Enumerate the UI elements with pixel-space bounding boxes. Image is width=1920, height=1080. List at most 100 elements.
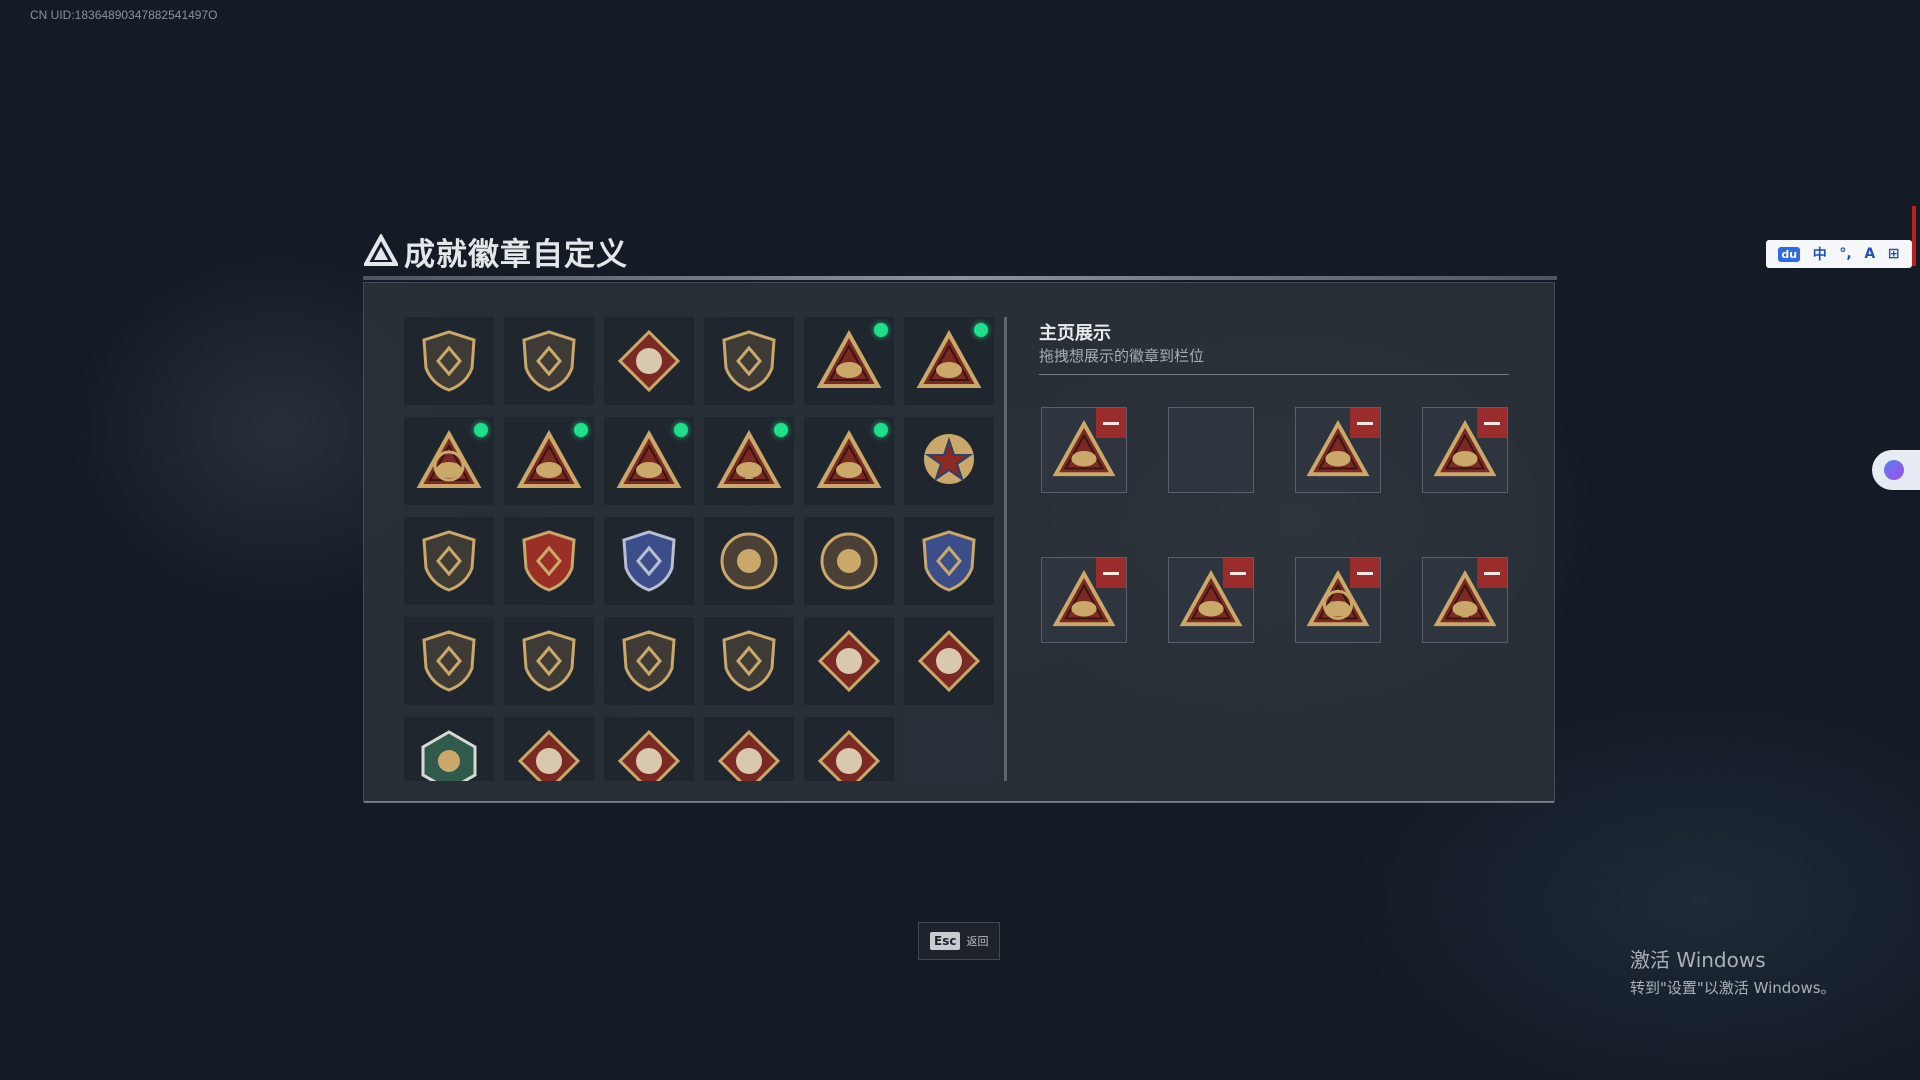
badge-cell[interactable]	[504, 417, 594, 505]
showcase-slots: ERI 1	[1041, 407, 1511, 643]
badge-cell[interactable]	[604, 717, 694, 781]
remove-badge-button[interactable]	[1350, 558, 1380, 588]
ime-lang-toggle[interactable]: 中	[1813, 244, 1827, 264]
skull-round-badge-icon	[720, 532, 778, 590]
badge-cell[interactable]	[804, 717, 894, 781]
no-rifle-shield-badge-icon	[522, 630, 576, 692]
showcase-slot[interactable]	[1422, 407, 1508, 493]
badge-cell[interactable]	[904, 617, 994, 705]
new-indicator-dot	[774, 423, 788, 437]
minus-icon	[1103, 571, 1119, 575]
uid-label: CN UID:18364890347882541497O	[30, 8, 218, 22]
page-title: 成就徽章自定义	[404, 236, 628, 273]
badge-cell[interactable]	[404, 617, 494, 705]
badge-cell[interactable]	[904, 417, 994, 505]
badge-customization-panel: ERI 1 主页展示 拖拽想展示的徽章到栏位 ERI 1	[363, 282, 1555, 803]
badge-cell[interactable]	[704, 317, 794, 405]
badge-cell[interactable]	[504, 717, 594, 781]
dragon-red-diamond-badge-icon	[517, 729, 581, 781]
red-gold-shield-badge-icon	[522, 530, 576, 592]
dragon-red-diamond-badge-icon	[617, 729, 681, 781]
badge-cell[interactable]	[804, 317, 894, 405]
collection-scrollbar[interactable]	[1004, 317, 1007, 781]
wolf-diamond-badge-icon	[817, 629, 881, 693]
number-one-triangle-badge-icon: 1	[716, 429, 782, 488]
remove-badge-button[interactable]	[1223, 558, 1253, 588]
showcase-divider	[1039, 374, 1509, 375]
gear-round-badge-icon	[820, 532, 878, 590]
ime-punct-toggle[interactable]: °,	[1839, 246, 1851, 262]
minus-icon	[1484, 421, 1500, 425]
badge-cell[interactable]: ERI	[404, 417, 494, 505]
badge-cell[interactable]	[804, 617, 894, 705]
badge-cell[interactable]	[704, 617, 794, 705]
diamond-shield-badge-icon	[617, 329, 681, 393]
back-button[interactable]: Esc 返回	[918, 922, 1000, 960]
activation-title: 激活 Windows	[1630, 948, 1766, 972]
showcase-title: 主页展示	[1039, 323, 1111, 344]
badge-cell[interactable]	[904, 317, 994, 405]
showcase-slot[interactable]	[1168, 557, 1254, 643]
remove-badge-button[interactable]	[1096, 558, 1126, 588]
svg-text:1: 1	[742, 460, 756, 485]
badge-cell[interactable]	[604, 517, 694, 605]
minus-icon	[1484, 571, 1500, 575]
badge-cell[interactable]	[404, 717, 494, 781]
no-rifle-shield-badge-icon	[622, 630, 676, 692]
dragon-green-hex-badge-icon	[421, 730, 477, 781]
showcase-slot-empty[interactable]	[1168, 407, 1254, 493]
badge-cell[interactable]	[504, 617, 594, 705]
badge-cell[interactable]	[604, 417, 694, 505]
badge-cell[interactable]	[504, 317, 594, 405]
badge-cell-empty	[904, 717, 994, 781]
remove-badge-button[interactable]	[1096, 408, 1126, 438]
bronze-shield-badge-icon	[422, 530, 476, 592]
ime-logo-icon[interactable]: du	[1778, 246, 1801, 262]
runner-red-diamond-badge-icon	[717, 729, 781, 781]
activation-watermark: 激活 Windows 转到"设置"以激活 Windows。	[1630, 944, 1836, 998]
showcase-slot[interactable]	[1041, 407, 1127, 493]
remove-badge-button[interactable]	[1477, 558, 1507, 588]
crosshair-blue-shield-badge-icon	[922, 530, 976, 592]
showcase-slot[interactable]: 1	[1422, 557, 1508, 643]
boat-triangle-badge-icon	[516, 429, 582, 488]
showcase-slot[interactable]: ERI	[1295, 557, 1381, 643]
badge-cell[interactable]	[404, 517, 494, 605]
tank-triangle-badge-icon	[816, 329, 882, 388]
new-indicator-dot	[974, 323, 988, 337]
ime-assistant-icon[interactable]: A	[1864, 246, 1875, 262]
minus-icon	[1103, 421, 1119, 425]
badge-cell[interactable]	[604, 317, 694, 405]
showcase-slot[interactable]	[1295, 407, 1381, 493]
showcase-slot[interactable]	[1041, 557, 1127, 643]
badge-collection-grid[interactable]: ERI 1	[404, 317, 1004, 781]
triangle-logo-icon	[364, 234, 398, 266]
remove-badge-button[interactable]	[1477, 408, 1507, 438]
esc-key-hint: Esc	[930, 932, 961, 950]
ime-menu-icon[interactable]: ⊞	[1888, 246, 1900, 262]
badge-cell[interactable]	[404, 317, 494, 405]
activation-hint: 转到"设置"以激活 Windows。	[1630, 979, 1836, 997]
badge-cell[interactable]	[704, 717, 794, 781]
badge-cell[interactable]	[704, 517, 794, 605]
minus-icon	[1230, 571, 1246, 575]
new-indicator-dot	[874, 323, 888, 337]
helicopter-shield-badge-icon	[522, 330, 576, 392]
ime-toolbar[interactable]: du 中 °, A ⊞	[1766, 240, 1912, 268]
svg-text:ERI: ERI	[1329, 600, 1346, 613]
badge-cell[interactable]	[504, 517, 594, 605]
arrow-shield-badge-icon	[722, 330, 776, 392]
badge-cell[interactable]: 1	[704, 417, 794, 505]
new-indicator-dot	[474, 423, 488, 437]
assistant-side-tab[interactable]	[1872, 450, 1920, 490]
badge-cell[interactable]	[804, 417, 894, 505]
remove-badge-button[interactable]	[1350, 408, 1380, 438]
eri-globe-triangle-badge-icon: ERI	[416, 429, 482, 488]
badge-cell[interactable]	[904, 517, 994, 605]
title-underline	[363, 276, 1557, 280]
new-indicator-dot	[674, 423, 688, 437]
badge-cell[interactable]	[604, 617, 694, 705]
crate-triangle-badge-icon	[816, 429, 882, 488]
page-header: 成就徽章自定义	[364, 228, 628, 274]
badge-cell[interactable]	[804, 517, 894, 605]
